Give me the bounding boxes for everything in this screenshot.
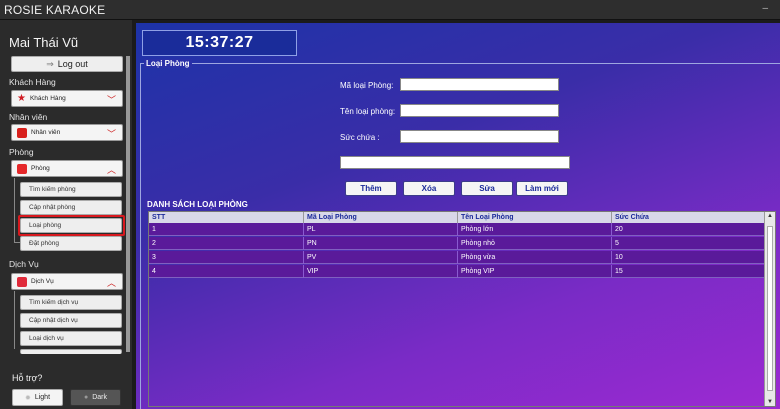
header-ma-loai[interactable]: Mã Loại Phòng	[304, 212, 458, 223]
table-row[interactable]: 2 PN Phòng nhỏ 5	[149, 237, 765, 250]
table-scrollbar[interactable]: ▲ ▼	[764, 212, 775, 406]
table-header: STT Mã Loại Phòng Tên Loại Phòng Sức Chứ…	[149, 212, 765, 223]
section-label-khach-hang: Khách Hàng	[9, 77, 56, 87]
header-suc-chua[interactable]: Sức Chứa	[612, 212, 765, 223]
dropdown-nhan-vien[interactable]: Nhân viên ﹀	[11, 124, 123, 141]
section-title: Loại Phòng	[144, 59, 192, 68]
minimize-icon[interactable]: –	[762, 3, 768, 14]
customer-icon: ★	[17, 93, 26, 104]
cell-ten-loai: Phòng lớn	[458, 223, 612, 236]
section-label-phong: Phòng	[9, 147, 34, 157]
dropdown-dich-vu[interactable]: Dịch Vụ ︿	[11, 273, 123, 290]
app-title: ROSIE KARAOKE	[4, 3, 106, 17]
cell-ten-loai: Phòng nhỏ	[458, 237, 612, 250]
room-type-table: STT Mã Loại Phòng Tên Loại Phòng Sức Chứ…	[148, 211, 776, 407]
ma-loai-input[interactable]	[400, 78, 559, 91]
list-title: DANH SÁCH LOẠI PHÒNG	[145, 200, 250, 209]
selected-highlight	[18, 215, 125, 236]
sidebar-item-cap-nhat-dich-vu[interactable]: Cập nhật dịch vụ	[20, 313, 122, 328]
cell-ma-loai: PV	[304, 251, 458, 264]
service-icon	[17, 276, 27, 287]
cell-suc-chua: 20	[612, 223, 765, 236]
scroll-up-icon[interactable]: ▲	[767, 213, 773, 219]
sidebar: Mai Thái Vũ ⇒ Log out Khách Hàng ★ Khách…	[0, 20, 132, 409]
dropdown-khach-hang[interactable]: ★ Khách Hàng ﹀	[11, 90, 123, 107]
section-label-dich-vu: Dịch Vụ	[9, 259, 39, 269]
cell-ten-loai: Phòng VIP	[458, 265, 612, 278]
employee-icon	[17, 127, 27, 138]
dropdown-nhan-vien-label: Nhân viên	[31, 129, 61, 136]
sidebar-item-loai-dich-vu[interactable]: Loại dịch vụ	[20, 331, 122, 346]
light-label: Light	[34, 394, 51, 401]
moon-icon: ●	[83, 394, 89, 401]
suc-chua-input[interactable]	[400, 130, 559, 143]
sidebar-item-partial	[20, 349, 122, 354]
cell-suc-chua: 15	[612, 265, 765, 278]
title-bar: ROSIE KARAOKE –	[0, 0, 780, 20]
chevron-up-icon: ︿	[106, 165, 116, 175]
logout-label: Log out	[57, 59, 88, 69]
light-theme-button[interactable]: ✹ Light	[12, 389, 63, 406]
dropdown-phong-label: Phòng	[31, 165, 50, 172]
sun-icon: ✹	[24, 394, 31, 402]
table-row[interactable]: 1 PL Phòng lớn 20	[149, 223, 765, 236]
table-row[interactable]: 4 VIP Phòng VIP 15	[149, 265, 765, 278]
section-label-nhan-vien: Nhân viên	[9, 112, 48, 122]
cell-stt: 3	[149, 251, 304, 264]
sidebar-item-tim-kiem-phong[interactable]: Tìm kiếm phòng	[20, 182, 122, 197]
dropdown-khach-hang-label: Khách Hàng	[29, 95, 66, 102]
dropdown-phong[interactable]: Phòng ︿	[11, 160, 123, 177]
user-name: Mai Thái Vũ	[9, 35, 79, 50]
extra-input[interactable]	[340, 156, 570, 169]
header-ten-loai[interactable]: Tên Loại Phòng	[458, 212, 612, 223]
logout-arrow-icon: ⇒	[46, 58, 54, 69]
sidebar-item-tim-kiem-dich-vu[interactable]: Tìm kiếm dịch vụ	[20, 295, 122, 310]
dropdown-dich-vu-label: Dịch Vụ	[31, 278, 54, 285]
clock: 15:37:27	[142, 30, 297, 56]
logout-button[interactable]: ⇒ Log out	[11, 56, 123, 72]
cell-ten-loai: Phòng vừa	[458, 251, 612, 264]
cell-stt: 4	[149, 265, 304, 278]
lam-moi-button[interactable]: Làm mới	[516, 181, 568, 196]
help-label: Hỗ trợ?	[12, 373, 43, 383]
chevron-down-icon: ﹀	[106, 95, 116, 105]
chevron-up-icon: ︿	[106, 278, 116, 288]
sidebar-scrollbar[interactable]	[126, 56, 130, 352]
dark-label: Dark	[92, 394, 107, 401]
ten-loai-input[interactable]	[400, 104, 559, 117]
scroll-down-icon[interactable]: ▼	[767, 399, 773, 405]
main-panel: 15:37:27 Loại Phòng Mã loại Phòng: Tên l…	[136, 23, 780, 409]
tree-line	[14, 291, 15, 349]
sidebar-item-dat-phong[interactable]: Đặt phòng	[20, 236, 122, 251]
table-row[interactable]: 3 PV Phòng vừa 10	[149, 251, 765, 264]
header-stt[interactable]: STT	[149, 212, 304, 223]
cell-ma-loai: PL	[304, 223, 458, 236]
cell-suc-chua: 10	[612, 251, 765, 264]
ma-loai-label: Mã loại Phòng:	[340, 81, 394, 90]
tree-line	[14, 178, 15, 242]
cell-stt: 1	[149, 223, 304, 236]
them-button[interactable]: Thêm	[345, 181, 397, 196]
xoa-button[interactable]: Xóa	[403, 181, 455, 196]
suc-chua-label: Sức chứa :	[340, 133, 380, 142]
room-icon	[17, 163, 27, 174]
scroll-thumb[interactable]	[767, 226, 773, 391]
cell-ma-loai: PN	[304, 237, 458, 250]
chevron-down-icon: ﹀	[106, 129, 116, 139]
ten-loai-label: Tên loại phòng:	[340, 107, 396, 116]
cell-suc-chua: 5	[612, 237, 765, 250]
cell-stt: 2	[149, 237, 304, 250]
sua-button[interactable]: Sửa	[461, 181, 513, 196]
dark-theme-button[interactable]: ● Dark	[70, 389, 121, 406]
cell-ma-loai: VIP	[304, 265, 458, 278]
sidebar-item-cap-nhat-phong[interactable]: Cập nhật phòng	[20, 200, 122, 215]
